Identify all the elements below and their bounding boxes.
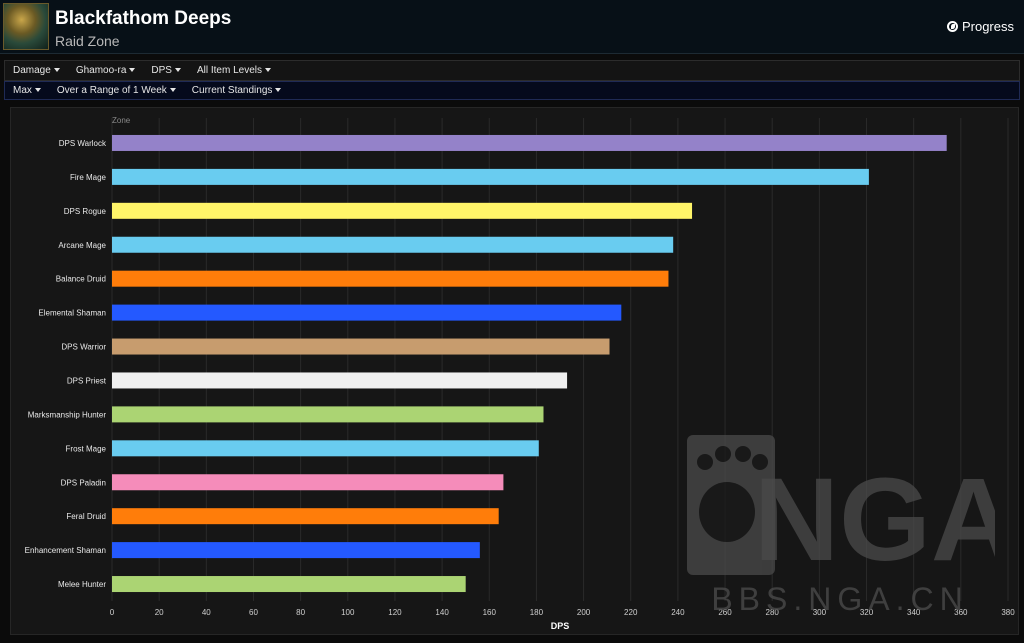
dps-bar-chart: 0 20 40 60 80 100 120 140 160 180 200 220 240 260 280 3…	[25, 116, 1016, 631]
bar-dps-priest	[112, 372, 568, 389]
x-tick-label: 20	[155, 608, 164, 617]
x-tick-label: 40	[202, 608, 211, 617]
bar-dps-paladin	[112, 474, 504, 491]
x-tick-label: 360	[954, 608, 968, 617]
zone-title: Blackfathom Deeps	[55, 8, 232, 29]
zone-subtitle: Raid Zone	[55, 33, 120, 49]
bar-fire-mage	[112, 168, 869, 185]
caret-down-icon	[169, 88, 176, 93]
category-label: DPS Rogue	[64, 207, 107, 216]
x-tick-label: 260	[718, 608, 732, 617]
bar-dps-rogue	[112, 202, 693, 219]
x-tick-label: 120	[388, 608, 402, 617]
bar-melee-hunter	[112, 576, 466, 593]
category-label: DPS Paladin	[61, 478, 106, 487]
x-tick-label: 80	[296, 608, 305, 617]
x-tick-label: 280	[766, 608, 780, 617]
aggregate-dropdown[interactable]: Max	[5, 85, 49, 96]
x-tick-label: 140	[435, 608, 449, 617]
time-range-dropdown[interactable]: Over a Range of 1 Week	[49, 85, 184, 96]
caret-down-icon	[275, 88, 282, 93]
progress-link[interactable]: Progress	[946, 19, 1014, 34]
zone-header: Blackfathom Deeps Raid Zone Progress	[0, 0, 1024, 54]
metric-filter-bar: Damage Ghamoo-ra DPS All Item Levels	[4, 60, 1020, 81]
category-label: Frost Mage	[66, 444, 107, 453]
standings-dropdown[interactable]: Current Standings	[184, 85, 290, 96]
category-label: Marksmanship Hunter	[28, 410, 107, 419]
category-label: Elemental Shaman	[38, 309, 106, 318]
progress-label: Progress	[961, 19, 1014, 34]
range-filter-bar: Max Over a Range of 1 Week Current Stand…	[4, 81, 1020, 100]
x-tick-label: 0	[110, 608, 115, 617]
boss-dropdown[interactable]: Ghamoo-ra	[68, 65, 144, 76]
category-label: Feral Druid	[66, 512, 106, 521]
role-dropdown[interactable]: DPS	[143, 65, 189, 76]
x-tick-label: 220	[624, 608, 638, 617]
caret-down-icon	[264, 68, 271, 73]
caret-down-icon	[34, 88, 41, 93]
bar-balance-druid	[112, 270, 669, 287]
bar-dps-warlock	[112, 134, 947, 151]
x-tick-label: 320	[860, 608, 874, 617]
zone-icon	[3, 3, 49, 50]
bar-elemental-shaman	[112, 304, 622, 321]
x-axis-title: DPS	[551, 621, 570, 631]
x-tick-label: 100	[341, 608, 355, 617]
x-tick-label: 380	[1001, 608, 1015, 617]
category-label: DPS Priest	[67, 376, 107, 385]
category-label: DPS Warrior	[61, 343, 106, 352]
category-label: Arcane Mage	[58, 241, 106, 250]
series-label: Zone	[112, 116, 131, 125]
bar-feral-druid	[112, 508, 499, 525]
x-tick-label: 160	[483, 608, 497, 617]
x-tick-label: 200	[577, 608, 591, 617]
metric-dropdown[interactable]: Damage	[5, 65, 68, 76]
category-label: DPS Warlock	[59, 139, 107, 148]
dps-chart-panel: 0 20 40 60 80 100 120 140 160 180 200 220 240 260 280 3…	[10, 107, 1019, 635]
item-level-dropdown[interactable]: All Item Levels	[189, 65, 279, 76]
x-tick-label: 60	[249, 608, 258, 617]
category-label: Balance Druid	[56, 275, 106, 284]
category-label: Enhancement Shaman	[25, 546, 106, 555]
bar-dps-warrior	[112, 338, 610, 355]
caret-down-icon	[129, 68, 136, 73]
globe-icon	[946, 21, 958, 32]
x-tick-label: 300	[813, 608, 827, 617]
x-tick-label: 240	[671, 608, 685, 617]
x-tick-label: 340	[907, 608, 921, 617]
caret-down-icon	[53, 68, 60, 73]
category-label: Melee Hunter	[58, 580, 106, 589]
category-label: Fire Mage	[70, 173, 107, 182]
bar-arcane-mage	[112, 236, 674, 253]
bar-frost-mage	[112, 440, 539, 457]
x-tick-label: 180	[530, 608, 544, 617]
bar-marksmanship-hunter	[112, 406, 544, 423]
bar-enhancement-shaman	[112, 542, 480, 559]
caret-down-icon	[174, 68, 181, 73]
